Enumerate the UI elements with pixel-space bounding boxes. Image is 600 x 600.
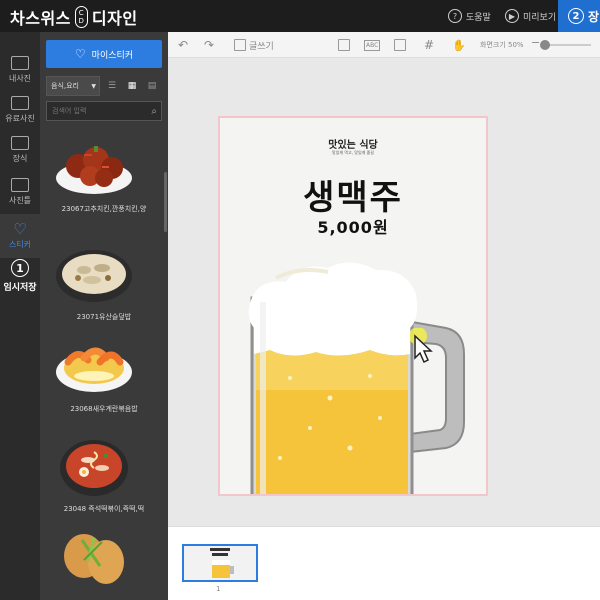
shrimp-fried-rice-image [56, 347, 132, 392]
grid-view-button[interactable]: ▦ [124, 76, 140, 96]
chevron-down-icon: ▼ [91, 82, 96, 90]
sticker-label: 23068새우계란볶음밥 [70, 405, 138, 413]
layout-icon [394, 39, 406, 51]
search-input[interactable] [52, 107, 142, 115]
save-step-button[interactable]: 2 장 [558, 0, 600, 32]
tteokbokki-pan-image [60, 440, 128, 496]
sticker-label: 23067고추치킨,깐풍치킨,양 [61, 205, 147, 213]
brand-name-left: 차스위스 [10, 9, 71, 28]
search-icon[interactable]: ⌕ [151, 106, 157, 117]
free-photo-icon [11, 96, 29, 110]
zoom-level: 화면크기 50% [480, 41, 524, 49]
nav-item-my-photos[interactable]: 내사진 [0, 48, 40, 92]
category-select[interactable]: 음식,요리 ▼ [46, 76, 100, 96]
chili-chicken-image [56, 146, 132, 194]
sticker-panel: ♡ 마이스티커 음식,요리 ▼ ☰ ▦ ▤ ⌕ [40, 32, 168, 600]
editor-toolbar: ↶ ↷ 글쓰기 ABC # ✋ 화면크기 50% − [168, 32, 600, 58]
sticker-item[interactable]: 23071유산슬덮밥 [44, 240, 164, 334]
fried-chicken-image [64, 534, 124, 584]
sticker-label: 23071유산슬덮밥 [76, 313, 132, 321]
abc-text-button[interactable]: ABC [364, 37, 381, 53]
nav-item-temp-save[interactable]: 1 임시저장 [0, 254, 40, 298]
page-subtitle-text[interactable]: 맛있게 먹고, 맛있게 즐길 [220, 150, 486, 156]
mouse-cursor-icon [410, 328, 433, 364]
sticker-item[interactable]: 23068새우계란볶음밥 [44, 332, 164, 426]
list-view-icon: ☰ [107, 81, 117, 91]
help-label: 도움말 [466, 12, 491, 23]
filter-row: 음식,요리 ▼ ☰ ▦ ▤ [46, 76, 162, 96]
text-tool-label: 글쓰기 [249, 41, 274, 52]
sticker-item[interactable]: 23048 즉석떡볶이,즉떡,떡 [44, 432, 164, 526]
nav-label: 유료사진 [5, 114, 35, 123]
seafood-rice-bowl-image [56, 250, 132, 302]
document-icon [338, 39, 350, 51]
grid-view-icon: ▦ [127, 81, 137, 91]
sticker-label: 23048 즉석떡볶이,즉떡,떡 [63, 505, 145, 513]
step-one-icon: 1 [11, 259, 29, 277]
search-box: ⌕ [46, 101, 162, 121]
preview-button[interactable]: ▶ 미리보기 [505, 7, 556, 25]
nav-item-frame[interactable]: 사진틀 [0, 170, 40, 214]
large-view-icon: ▤ [147, 81, 157, 91]
left-nav: 내사진 유료사진 장식 사진틀 ♡ 스티커 1 임시저장 [0, 32, 40, 600]
document-button[interactable] [338, 37, 350, 53]
step-number-icon: 2 [568, 8, 584, 24]
brand-cd-icon: C D [74, 6, 88, 28]
undo-icon: ↶ [178, 38, 189, 52]
nav-label: 스티커 [8, 240, 32, 249]
preview-label: 미리보기 [523, 12, 557, 23]
layout-button[interactable] [394, 37, 406, 53]
redo-icon: ↷ [204, 38, 215, 52]
heart-icon: ♡ [74, 47, 86, 61]
nav-item-decoration[interactable]: 장식 [0, 128, 40, 172]
hand-tool-button[interactable]: ✋ [452, 37, 466, 53]
sticker-item[interactable] [44, 526, 164, 600]
beer-mug-image[interactable] [220, 258, 486, 496]
page-number: 1 [216, 585, 221, 593]
nav-label: 사진틀 [8, 196, 32, 205]
brand-name-right: 디자인 [91, 9, 138, 28]
sticker-item[interactable]: 23067고추치킨,깐풍치킨,양 [44, 132, 164, 226]
text-box-icon [234, 39, 246, 51]
abc-icon: ABC [364, 39, 381, 51]
camera-icon [11, 56, 29, 70]
decoration-icon [11, 136, 29, 150]
zoom-slider-thumb[interactable] [540, 40, 550, 50]
nav-label: 임시저장 [3, 283, 37, 293]
list-view-button[interactable]: ☰ [104, 76, 120, 96]
nav-item-sticker[interactable]: ♡ 스티커 [0, 214, 40, 258]
page-title-text[interactable]: 생맥주 [220, 170, 486, 219]
undo-button[interactable]: ↶ [178, 37, 188, 53]
page-price-text[interactable]: 5,000원 [220, 214, 486, 238]
page-thumbnail-preview [184, 546, 256, 580]
large-view-button[interactable]: ▤ [144, 76, 160, 96]
nav-item-paid-photos[interactable]: 유료사진 [0, 88, 40, 132]
grid-button[interactable]: # [424, 37, 434, 53]
my-sticker-button[interactable]: ♡ 마이스티커 [46, 40, 162, 68]
category-value: 음식,요리 [51, 82, 79, 90]
hand-icon: ✋ [452, 38, 466, 52]
top-bar: 차스위스 C D 디자인 ? 도움말 ▶ 미리보기 2 장 [0, 0, 600, 32]
grid-icon: # [424, 38, 435, 52]
heart-icon: ♡ [13, 220, 27, 238]
play-icon: ▶ [505, 9, 519, 23]
text-tool-button[interactable]: 글쓰기 [234, 37, 274, 53]
my-sticker-label: 마이스티커 [91, 50, 134, 61]
design-page[interactable]: 맛있는 식당 맛있게 먹고, 맛있게 즐길 생맥주 5,000원 [218, 116, 488, 496]
save-step-label: 장 [588, 9, 600, 24]
panel-scrollbar[interactable] [164, 172, 167, 232]
zoom-out-button[interactable]: − [531, 36, 540, 49]
nav-label: 장식 [12, 154, 28, 163]
redo-button[interactable]: ↷ [204, 37, 214, 53]
canvas-area: 맛있는 식당 맛있게 먹고, 맛있게 즐길 생맥주 5,000원 [168, 58, 600, 526]
page-header-text[interactable]: 맛있는 식당 [220, 136, 486, 151]
nav-label: 내사진 [8, 74, 32, 83]
frame-icon [11, 178, 29, 192]
question-icon: ? [448, 9, 462, 23]
page-thumbnail[interactable] [182, 544, 258, 582]
help-button[interactable]: ? 도움말 [448, 7, 491, 25]
page-thumbnail-bar: 1 [168, 526, 600, 600]
brand-logo: 차스위스 C D 디자인 [10, 5, 138, 29]
